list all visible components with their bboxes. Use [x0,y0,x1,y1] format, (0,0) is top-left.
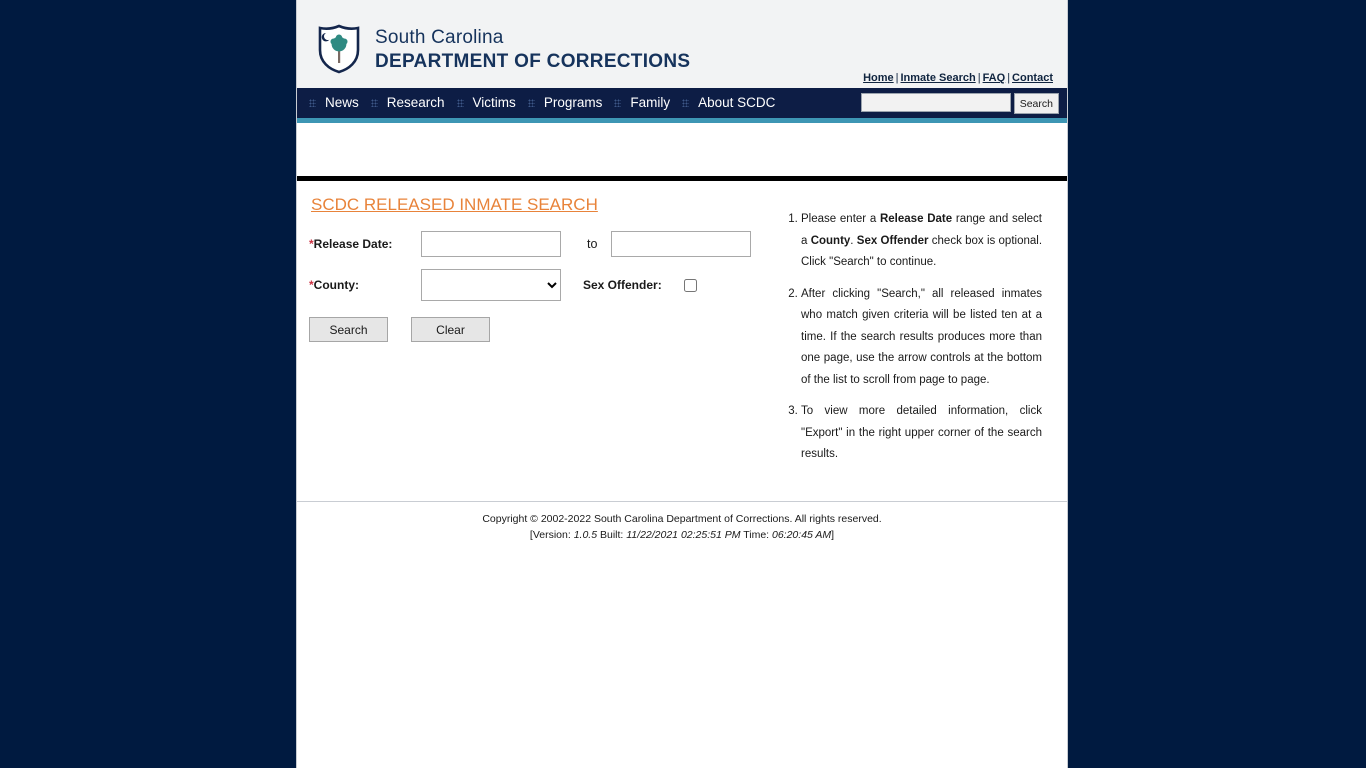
nav-item-label: Family [630,95,671,111]
brand-line-department: DEPARTMENT OF CORRECTIONS [375,50,691,72]
utility-separator: | [895,72,899,84]
version-suffix: ] [831,529,835,541]
dot-grid-icon [456,99,464,107]
utility-link-home[interactable]: Home [863,72,894,84]
utility-links: Home | Inmate Search | FAQ | Contact [863,72,1053,84]
dot-grid-icon [309,99,316,107]
site-search-input[interactable] [860,93,1011,112]
nav-item-family[interactable]: Family [610,96,678,110]
search-button[interactable]: Search [309,317,388,342]
nav-item-label: About SCDC [698,95,776,111]
release-date-label-text: Release Date: [313,237,393,251]
county-label: *County: [309,278,421,292]
brand-text: South Carolina DEPARTMENT OF CORRECTIONS [375,28,690,71]
nav-item-victims[interactable]: Victims [453,96,524,110]
footer-version: [Version: 1.0.5 Built: 11/22/2021 02:25:… [297,527,1067,543]
instructions-panel: Please enter a Release Date range and se… [784,209,1042,476]
nav-item-about-scdc[interactable]: About SCDC [678,96,783,110]
utility-separator: | [977,72,981,84]
dot-grid-icon [682,99,690,107]
main-navigation: News Research Victims Programs Family Ab… [297,88,1067,118]
site-search-button[interactable]: Search [1013,93,1059,114]
release-date-to-input[interactable] [611,231,752,257]
nav-item-label: Programs [543,95,603,111]
dot-grid-icon [614,99,622,107]
sex-offender-checkbox[interactable] [683,278,697,292]
page-title[interactable]: SCDC RELEASED INMATE SEARCH [311,195,598,215]
nav-item-label: Victims [472,95,516,111]
county-label-text: County: [313,278,359,292]
dot-grid-icon [527,99,535,107]
version-prefix: [Version: [529,529,574,541]
brand-line-state: South Carolina [375,26,504,48]
site-header: South Carolina DEPARTMENT OF CORRECTIONS… [297,0,1067,88]
sex-offender-label: Sex Offender: [583,278,662,292]
utility-link-inmate-search[interactable]: Inmate Search [901,72,976,84]
built-label: Built: [597,529,627,541]
nav-item-label: News [325,95,359,111]
nav-item-news[interactable]: News [305,96,367,110]
nav-item-programs[interactable]: Programs [524,96,611,110]
date-range-to-label: to [587,237,598,251]
release-date-label: *Release Date: [309,237,421,251]
site-footer: Copyright © 2002-2022 South Carolina Dep… [297,502,1067,543]
county-select[interactable] [421,269,561,301]
brand-logo[interactable]: South Carolina DEPARTMENT OF CORRECTIONS [317,24,690,74]
instruction-item: Please enter a Release Date range and se… [801,209,1042,274]
nav-item-research[interactable]: Research [367,96,453,110]
built-timestamp: 11/22/2021 02:25:51 PM [626,529,741,541]
dot-grid-icon [370,99,378,107]
utility-link-faq[interactable]: FAQ [983,72,1006,84]
utility-link-contact[interactable]: Contact [1012,72,1053,84]
clear-button[interactable]: Clear [411,317,490,342]
instruction-item: To view more detailed information, click… [801,401,1042,466]
footer-copyright: Copyright © 2002-2022 South Carolina Dep… [482,513,882,525]
nav-item-label: Research [386,95,445,111]
instruction-item: After clicking "Search," all released in… [801,284,1042,392]
release-date-from-input[interactable] [421,231,561,257]
version-number: 1.0.5 [573,529,598,541]
page-container: South Carolina DEPARTMENT OF CORRECTIONS… [296,0,1068,768]
banner-spacer [297,123,1067,176]
instructions-list: Please enter a Release Date range and se… [784,209,1042,466]
time-value: 06:20:45 AM [772,529,832,541]
time-label: Time: [740,529,772,541]
shield-palmetto-icon [318,24,360,74]
site-search: Search [860,93,1059,114]
main-content: SCDC RELEASED INMATE SEARCH *Release Dat… [297,181,1067,501]
